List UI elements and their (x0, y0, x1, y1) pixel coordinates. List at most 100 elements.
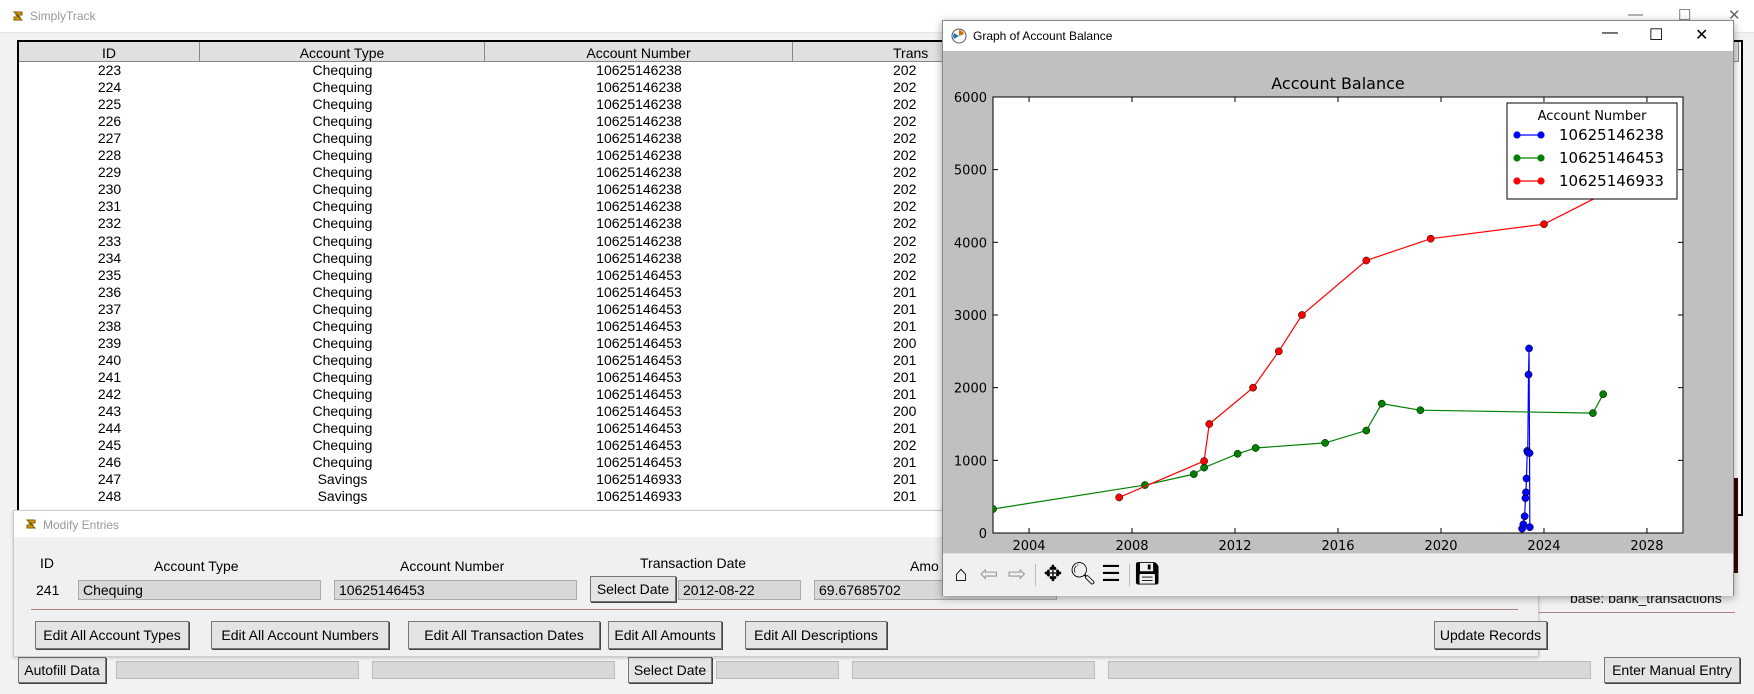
data-point (1200, 463, 1208, 472)
cell-account-type: Chequing (312, 300, 373, 317)
edit-all-account-numbers-button[interactable]: Edit All Account Numbers (211, 621, 389, 649)
x-tick-label: 2020 (1424, 539, 1457, 553)
legend-entry: 10625146933 (1559, 172, 1664, 190)
account-type-field[interactable]: Chequing (78, 580, 321, 600)
minimize-icon[interactable]: — (1602, 24, 1618, 42)
data-point (1520, 512, 1529, 521)
data-point (1249, 383, 1257, 392)
account-number-field[interactable]: 10625146453 (334, 580, 577, 600)
column-header-id[interactable]: ID (19, 42, 200, 62)
data-point (1522, 488, 1530, 497)
edit-all-descriptions-button[interactable]: Edit All Descriptions (745, 621, 887, 649)
cell-id: 225 (97, 96, 122, 113)
main-window-title: SimplyTrack (30, 9, 96, 23)
configure-icon[interactable]: ☰ (1097, 554, 1125, 594)
bottom-field-5[interactable] (1108, 661, 1591, 679)
bottom-field-2[interactable] (372, 661, 615, 679)
data-point (1377, 399, 1386, 408)
cell-account-number: 10625146453 (596, 420, 682, 437)
cell-account-number: 10625146238 (596, 232, 682, 249)
zoom-icon[interactable]: 🔍︎ (1069, 554, 1097, 594)
y-tick-label: 2000 (954, 382, 987, 397)
cell-id: 223 (97, 62, 122, 78)
cell-id: 227 (97, 130, 122, 147)
cell-id: 229 (97, 164, 122, 181)
data-point (1519, 520, 1528, 529)
x-tick-label: 2008 (1115, 539, 1148, 553)
bottom-field-4[interactable] (852, 661, 1095, 679)
column-header-account-number[interactable]: Account Number (485, 42, 793, 62)
edit-all-transaction-dates-button[interactable]: Edit All Transaction Dates (408, 621, 600, 649)
y-tick-label: 5000 (954, 164, 987, 179)
cell-account-type: Savings (317, 471, 368, 488)
cell-account-type: Chequing (312, 147, 373, 164)
enter-manual-entry-button[interactable]: Enter Manual Entry (1604, 657, 1740, 683)
cell-account-number: 10625146453 (596, 454, 682, 471)
data-point (1251, 444, 1260, 452)
data-point (1362, 256, 1371, 265)
account-type-label: Account Type (154, 558, 239, 574)
data-point (1589, 409, 1597, 417)
graph-window: Graph of Account Balance — ☐ ✕ Account B… (942, 20, 1734, 596)
x-tick-label: 2012 (1218, 539, 1251, 553)
forward-icon[interactable]: ⇨ (1003, 554, 1031, 594)
data-point (1274, 347, 1283, 356)
matplotlib-icon (951, 28, 967, 44)
pan-icon[interactable]: ✥ (1039, 554, 1067, 594)
cell-id: 244 (97, 420, 122, 437)
home-icon[interactable]: ⌂ (947, 554, 975, 594)
y-tick-label: 1000 (954, 454, 987, 469)
edit-all-amounts-button[interactable]: Edit All Amounts (608, 621, 722, 649)
cell-account-type: Chequing (312, 181, 373, 198)
transaction-date-field[interactable]: 2012-08-22 (678, 580, 801, 600)
cell-account-type: Chequing (312, 96, 373, 113)
cell-id: 242 (97, 385, 122, 402)
cell-account-number: 10625146453 (596, 403, 682, 419)
cell-account-type: Chequing (312, 266, 373, 283)
graph-titlebar: Graph of Account Balance — ☐ ✕ (943, 21, 1733, 51)
cell-account-number: 10625146453 (596, 334, 682, 351)
cell-account-type: Chequing (312, 232, 373, 249)
select-date-button[interactable]: Select Date (590, 576, 676, 602)
x-tick-label: 2028 (1630, 539, 1663, 553)
cell-account-type: Chequing (312, 334, 373, 351)
data-point (1233, 449, 1242, 458)
data-point (1524, 370, 1533, 379)
autofill-data-button[interactable]: Autofill Data (18, 657, 106, 683)
bottom-select-date-button[interactable]: Select Date (628, 657, 712, 683)
account-number-label: Account Number (400, 558, 505, 574)
save-icon[interactable]: 💾︎ (1133, 554, 1161, 594)
cell-account-number: 10625146238 (596, 147, 682, 164)
cell-id: 245 (97, 437, 122, 454)
toolbar-divider (1129, 564, 1130, 586)
back-icon[interactable]: ⇦ (975, 554, 1003, 594)
cell-id: 247 (97, 471, 122, 488)
cell-account-number: 10625146453 (596, 266, 682, 283)
cell-account-number: 10625146238 (596, 198, 682, 215)
bottom-field-3[interactable] (716, 661, 839, 679)
cell-account-number: 10625146238 (596, 62, 682, 78)
graph-toolbar: ⌂ ⇦ ⇨ ✥ 🔍︎ ☰ 💾︎ (943, 553, 1733, 596)
cell-account-number: 10625146453 (596, 437, 682, 454)
y-tick-label: 0 (979, 527, 987, 542)
cell-account-number: 10625146453 (596, 351, 682, 368)
cell-id: 241 (97, 368, 122, 385)
cell-id: 233 (97, 232, 122, 249)
column-header-account-type[interactable]: Account Type (200, 42, 485, 62)
data-point (1115, 493, 1124, 502)
cell-id: 237 (97, 300, 122, 317)
cell-account-type: Chequing (312, 420, 373, 437)
graph-window-title: Graph of Account Balance (973, 29, 1113, 43)
maximize-icon[interactable]: ☐ (1649, 25, 1663, 45)
cell-id: 243 (97, 403, 122, 419)
cell-account-number: 10625146453 (596, 283, 682, 300)
edit-all-account-types-button[interactable]: Edit All Account Types (35, 621, 189, 649)
cell-id: 240 (97, 351, 122, 368)
update-records-button[interactable]: Update Records (1434, 621, 1547, 649)
cell-account-type: Chequing (312, 351, 373, 368)
bottom-field-1[interactable] (116, 661, 359, 679)
cell-account-type: Chequing (312, 164, 373, 181)
legend-marker (1537, 177, 1545, 185)
close-icon[interactable]: ✕ (1695, 25, 1708, 45)
account-balance-chart[interactable]: Account BalanceDate200420082012201620202… (943, 51, 1733, 553)
